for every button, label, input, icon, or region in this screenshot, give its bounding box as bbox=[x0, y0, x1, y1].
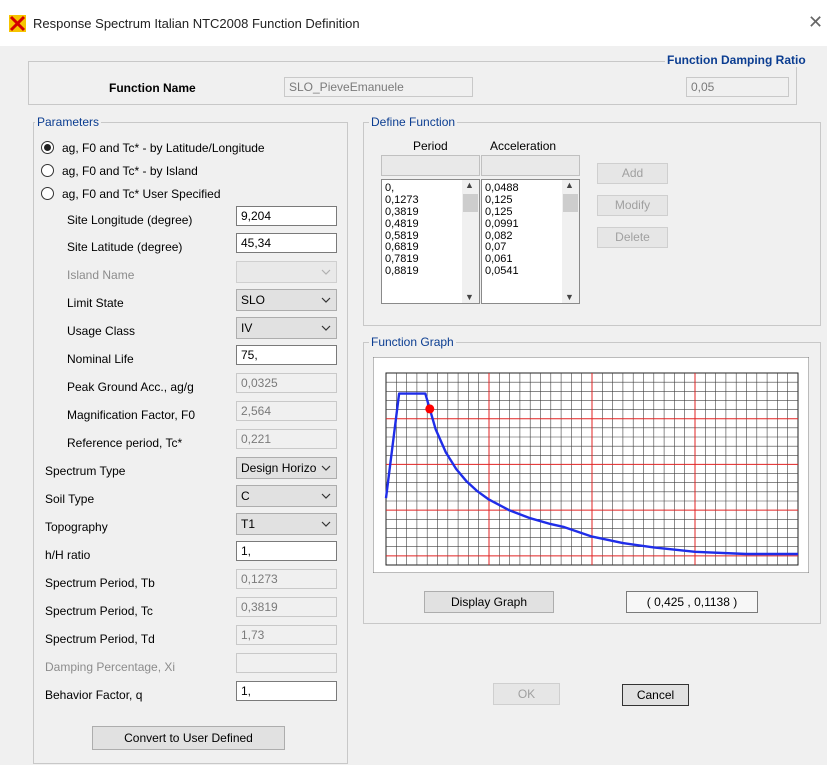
magnification-factor-field[interactable]: 2,564 bbox=[236, 401, 337, 421]
usage-class-label: Usage Class bbox=[67, 324, 136, 338]
window-title: Response Spectrum Italian NTC2008 Functi… bbox=[33, 16, 360, 31]
nominal-life-label: Nominal Life bbox=[67, 352, 134, 366]
radio-user-specified-label: ag, F0 and Tc* User Specified bbox=[62, 187, 221, 201]
period-scrollbar[interactable]: ▲ ▼ bbox=[462, 180, 479, 303]
reference-period-field[interactable]: 0,221 bbox=[236, 429, 337, 449]
display-graph-button[interactable]: Display Graph bbox=[424, 591, 554, 613]
chevron-down-icon bbox=[321, 521, 331, 527]
function-name-field[interactable]: SLO_PieveEmanuele bbox=[284, 77, 473, 97]
limit-state-select[interactable]: SLO bbox=[236, 289, 337, 311]
spectrum-type-label: Spectrum Type bbox=[45, 464, 126, 478]
selected-point[interactable] bbox=[425, 404, 435, 414]
function-graph-group-label: Function Graph bbox=[369, 335, 456, 349]
spectrum-tb-label: Spectrum Period, Tb bbox=[45, 576, 155, 590]
convert-to-user-defined-button[interactable]: Convert to User Defined bbox=[92, 726, 285, 750]
radio-lat-long-label: ag, F0 and Tc* - by Latitude/Longitude bbox=[62, 141, 265, 155]
cancel-button[interactable]: Cancel bbox=[622, 684, 689, 706]
peak-ground-acc-label: Peak Ground Acc., ag/g bbox=[67, 380, 194, 394]
radio-island-label: ag, F0 and Tc* - by Island bbox=[62, 164, 198, 178]
spectrum-tc-label: Spectrum Period, Tc bbox=[45, 604, 153, 618]
hH-ratio-label: h/H ratio bbox=[45, 548, 91, 562]
site-latitude-label: Site Latitude (degree) bbox=[67, 240, 183, 254]
island-name-select[interactable] bbox=[236, 261, 337, 283]
ok-button[interactable]: OK bbox=[493, 683, 560, 705]
spectrum-type-value: Design Horizo bbox=[241, 461, 317, 475]
hH-ratio-input[interactable]: 1, bbox=[236, 541, 337, 561]
damping-xi-label: Damping Percentage, Xi bbox=[45, 660, 176, 674]
acceleration-header: Acceleration bbox=[490, 139, 557, 153]
peak-ground-acc-field[interactable]: 0,0325 bbox=[236, 373, 337, 393]
radio-user-specified[interactable] bbox=[41, 187, 54, 200]
spectrum-type-select[interactable]: Design Horizo bbox=[236, 457, 337, 479]
chevron-down-icon bbox=[321, 493, 331, 499]
soil-type-value: C bbox=[241, 489, 250, 503]
magnification-factor-label: Magnification Factor, F0 bbox=[67, 408, 196, 422]
chevron-down-icon bbox=[321, 465, 331, 471]
topography-select[interactable]: T1 bbox=[236, 513, 337, 535]
period-input[interactable] bbox=[381, 155, 480, 176]
coordinate-readout: ( 0,425 , 0,1138 ) bbox=[626, 591, 758, 613]
limit-state-value: SLO bbox=[241, 293, 266, 307]
nominal-life-input[interactable]: 75, bbox=[236, 345, 337, 365]
add-button[interactable]: Add bbox=[597, 163, 668, 184]
app-icon bbox=[9, 15, 26, 32]
scroll-thumb[interactable] bbox=[563, 194, 578, 212]
parameters-group-label: Parameters bbox=[35, 115, 102, 129]
behavior-factor-input[interactable]: 1, bbox=[236, 681, 337, 701]
scroll-up-icon[interactable]: ▲ bbox=[465, 180, 474, 190]
spectrum-tb-field[interactable]: 0,1273 bbox=[236, 569, 337, 589]
delete-button[interactable]: Delete bbox=[597, 227, 668, 248]
soil-type-label: Soil Type bbox=[45, 492, 95, 506]
damping-label: Function Damping Ratio bbox=[665, 53, 808, 67]
define-function-group-label: Define Function bbox=[369, 115, 458, 129]
spectrum-td-field[interactable]: 1,73 bbox=[236, 625, 337, 645]
damping-ratio-field[interactable]: 0,05 bbox=[686, 77, 789, 97]
scroll-thumb[interactable] bbox=[463, 194, 478, 212]
function-graph-chart[interactable] bbox=[373, 357, 809, 573]
scroll-down-icon[interactable]: ▼ bbox=[565, 292, 574, 302]
usage-class-value: IV bbox=[241, 321, 253, 335]
chevron-down-icon bbox=[321, 269, 331, 275]
topography-value: T1 bbox=[241, 517, 256, 531]
spectrum-tc-field[interactable]: 0,3819 bbox=[236, 597, 337, 617]
spectrum-td-label: Spectrum Period, Td bbox=[45, 632, 155, 646]
scroll-down-icon[interactable]: ▼ bbox=[465, 292, 474, 302]
chevron-down-icon bbox=[321, 297, 331, 303]
period-list[interactable]: 0, 0,1273 0,3819 0,4819 0,5819 0,6819 0,… bbox=[381, 179, 480, 304]
reference-period-label: Reference period, Tc* bbox=[67, 436, 183, 450]
acceleration-scrollbar[interactable]: ▲ ▼ bbox=[562, 180, 579, 303]
usage-class-select[interactable]: IV bbox=[236, 317, 337, 339]
radio-lat-long[interactable] bbox=[41, 141, 54, 154]
site-longitude-input[interactable]: 9,204 bbox=[236, 206, 337, 226]
acceleration-input[interactable] bbox=[481, 155, 580, 176]
chevron-down-icon bbox=[321, 325, 331, 331]
function-name-label: Function Name bbox=[109, 81, 196, 95]
scroll-up-icon[interactable]: ▲ bbox=[565, 180, 574, 190]
site-longitude-label: Site Longitude (degree) bbox=[67, 213, 193, 227]
limit-state-label: Limit State bbox=[67, 296, 124, 310]
modify-button[interactable]: Modify bbox=[597, 195, 668, 216]
radio-island[interactable] bbox=[41, 164, 54, 177]
close-icon[interactable]: ✕ bbox=[808, 12, 823, 33]
topography-label: Topography bbox=[45, 520, 108, 534]
behavior-factor-label: Behavior Factor, q bbox=[45, 688, 143, 702]
damping-xi-field[interactable] bbox=[236, 653, 337, 673]
soil-type-select[interactable]: C bbox=[236, 485, 337, 507]
acceleration-list[interactable]: 0,0488 0,125 0,125 0,0991 0,082 0,07 0,0… bbox=[481, 179, 580, 304]
site-latitude-input[interactable]: 45,34 bbox=[236, 233, 337, 253]
period-header: Period bbox=[413, 139, 448, 153]
island-name-label: Island Name bbox=[67, 268, 135, 282]
